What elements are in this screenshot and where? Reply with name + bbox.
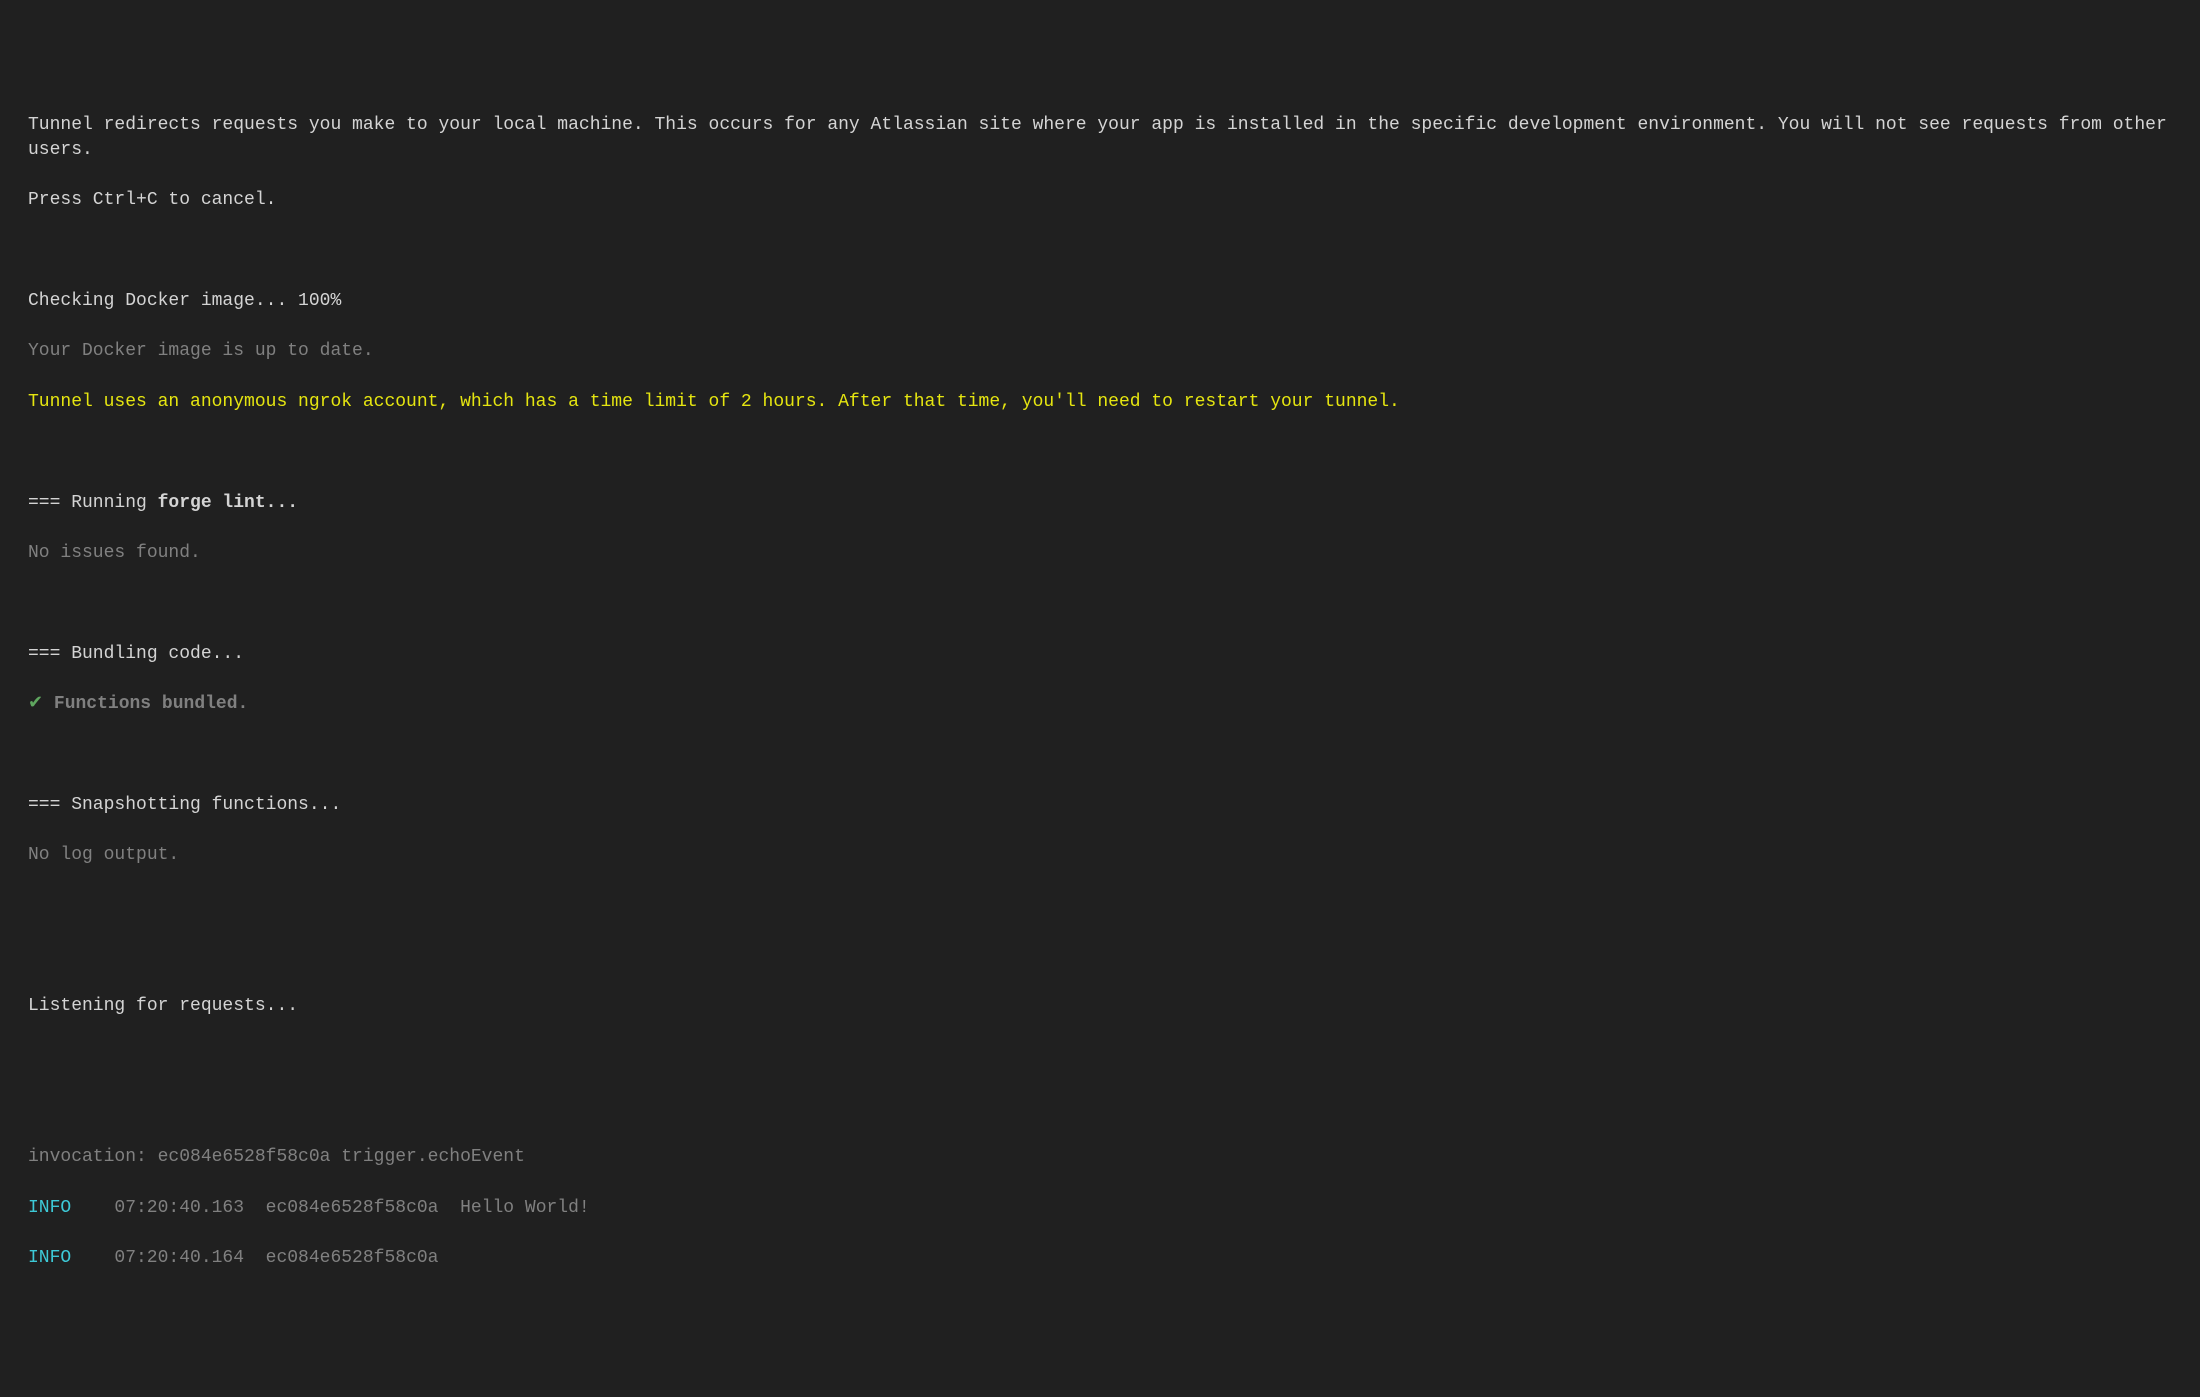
log-sep <box>438 1248 460 1268</box>
docker-checking: Checking Docker image... 100% <box>28 289 2172 314</box>
blank-line <box>28 591 2172 616</box>
log-sep <box>438 1198 460 1218</box>
invocation-line: invocation: ec084e6528f58c0a trigger.ech… <box>28 1145 2172 1170</box>
lint-result: No issues found. <box>28 541 2172 566</box>
blank-line <box>28 440 2172 465</box>
bundle-header: === Bundling code... <box>28 642 2172 667</box>
log-entry: INFO07:20:40.164 ec084e6528f58c0a <box>28 1246 2172 1271</box>
snapshot-result: No log output. <box>28 843 2172 868</box>
tunnel-intro-text: Tunnel redirects requests you make to yo… <box>28 113 2172 163</box>
check-icon: ✔ <box>28 694 43 714</box>
listening-text: Listening for requests... <box>28 994 2172 1019</box>
bundle-result: Functions bundled. <box>43 694 248 714</box>
lint-header-prefix: === Running <box>28 493 158 513</box>
log-sep <box>244 1198 266 1218</box>
blank-line <box>28 894 2172 919</box>
log-message: Hello World! <box>460 1196 590 1221</box>
log-invocation-id: ec084e6528f58c0a <box>266 1196 439 1221</box>
lint-command: forge lint... <box>158 493 298 513</box>
log-timestamp: 07:20:40.163 <box>114 1196 244 1221</box>
blank-line <box>28 239 2172 264</box>
log-sep <box>244 1248 266 1268</box>
log-timestamp: 07:20:40.164 <box>114 1246 244 1271</box>
log-level: INFO <box>28 1196 114 1221</box>
blank-line <box>28 1045 2172 1070</box>
log-invocation-id: ec084e6528f58c0a <box>266 1246 439 1271</box>
blank-line <box>28 742 2172 767</box>
blank-line <box>28 1095 2172 1120</box>
blank-line <box>28 944 2172 969</box>
snapshot-header: === Snapshotting functions... <box>28 793 2172 818</box>
docker-uptodate: Your Docker image is up to date. <box>28 339 2172 364</box>
bundle-result-line: ✔ Functions bundled. <box>28 692 2172 717</box>
log-entry: INFO07:20:40.163 ec084e6528f58c0a Hello … <box>28 1196 2172 1221</box>
ngrok-warning: Tunnel uses an anonymous ngrok account, … <box>28 390 2172 415</box>
lint-header: === Running forge lint... <box>28 491 2172 516</box>
cancel-instruction: Press Ctrl+C to cancel. <box>28 188 2172 213</box>
log-level: INFO <box>28 1246 114 1271</box>
